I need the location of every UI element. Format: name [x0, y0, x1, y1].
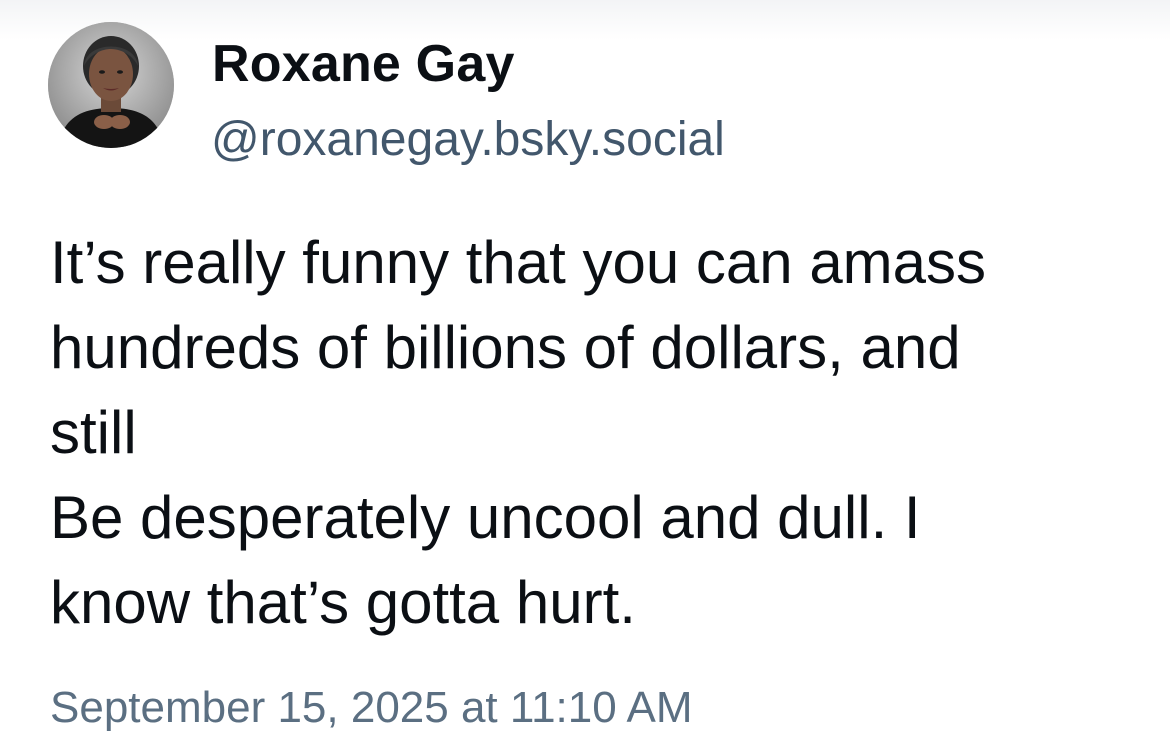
author-display-name[interactable]: Roxane Gay — [212, 32, 515, 96]
avatar[interactable] — [48, 22, 174, 148]
post-text-line: still — [50, 399, 137, 466]
post-text: It’s really funny that you can amass hun… — [50, 220, 1150, 645]
post-text-line: Be desperately uncool and dull. I — [50, 484, 921, 551]
post-text-line: know that’s gotta hurt. — [50, 569, 636, 636]
author-handle[interactable]: @roxanegay.bsky.social — [211, 110, 725, 170]
post-text-line: It’s really funny that you can amass — [50, 229, 987, 296]
post-card: Roxane Gay @roxanegay.bsky.social It’s r… — [0, 0, 1170, 749]
post-timestamp[interactable]: September 15, 2025 at 11:10 AM — [50, 680, 693, 736]
profile-photo-icon — [48, 22, 174, 148]
post-text-line: hundreds of billions of dollars, and — [50, 314, 961, 381]
